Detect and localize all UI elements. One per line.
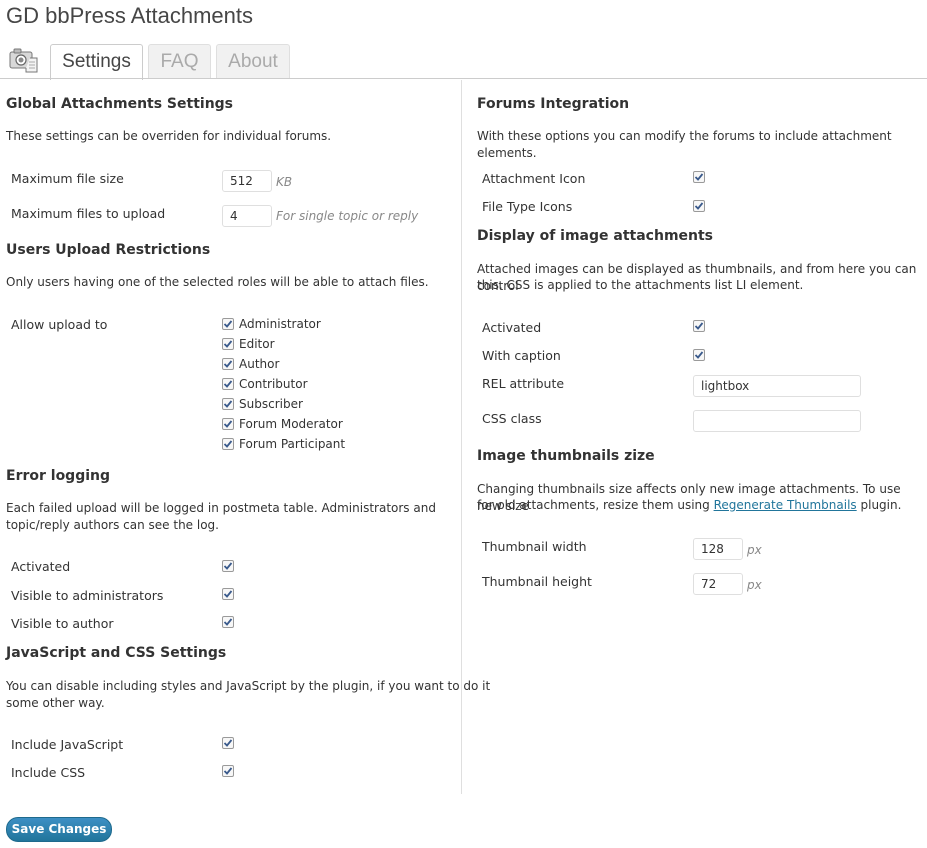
thumb-height-label: Thumbnail height: [482, 574, 592, 589]
thumbs-desc-pre: for old attachments, resize them using: [477, 498, 714, 512]
thumb-width-input[interactable]: [693, 538, 743, 560]
role-label: Subscriber: [239, 397, 303, 411]
camera-attachment-icon: [8, 44, 40, 76]
checkmark-icon: [223, 590, 233, 598]
section-heading-thumbs: Image thumbnails zize: [477, 448, 655, 464]
include-js-label: Include JavaScript: [11, 737, 124, 752]
attachment-icon-label: Attachment Icon: [482, 171, 586, 186]
css-class-label: CSS class: [482, 411, 542, 426]
checkmark-icon: [694, 322, 704, 330]
role-label: Forum Participant: [239, 437, 346, 451]
section-heading-display: Display of image attachments: [477, 228, 714, 244]
checkmark-icon: [223, 320, 233, 328]
error-activated-checkbox[interactable]: [222, 560, 234, 572]
role-label: Contributor: [239, 377, 308, 391]
tab-bar-line: [0, 78, 927, 79]
include-css-label: Include CSS: [11, 765, 86, 780]
tab-about[interactable]: About: [216, 44, 290, 78]
section-heading-global: Global Attachments Settings: [6, 96, 234, 112]
checkmark-icon: [223, 340, 233, 348]
section-heading-users: Users Upload Restrictions: [6, 242, 211, 258]
checkmark-icon: [223, 380, 233, 388]
visible-author-checkbox[interactable]: [222, 616, 234, 628]
regenerate-thumbnails-link[interactable]: Regenerate Thumbnails: [714, 498, 857, 512]
thumb-width-label: Thumbnail width: [482, 539, 587, 554]
checkmark-icon: [223, 562, 233, 570]
attachment-icon-checkbox[interactable]: [693, 171, 705, 183]
rel-attribute-input[interactable]: [693, 375, 861, 397]
visible-author-label: Visible to author: [11, 616, 114, 631]
role-label: Forum Moderator: [239, 417, 343, 431]
save-changes-button[interactable]: Save Changes: [6, 817, 112, 842]
max-files-hint: For single topic or reply: [276, 209, 419, 223]
checkmark-icon: [223, 440, 233, 448]
checkmark-icon: [694, 173, 704, 181]
checkmark-icon: [223, 618, 233, 626]
section-desc-display-2: this. CSS is applied to the attachments …: [477, 278, 804, 292]
checkmark-icon: [694, 202, 704, 210]
max-file-size-input[interactable]: [222, 170, 272, 192]
section-heading-jscss: JavaScript and CSS Settings: [6, 645, 227, 661]
page-title: GD bbPress Attachments: [6, 3, 253, 28]
with-caption-label: With caption: [482, 348, 561, 363]
max-files-input[interactable]: [222, 205, 272, 227]
section-desc-jscss-1: You can disable including styles and Jav…: [6, 679, 491, 693]
role-checkbox[interactable]: [222, 438, 234, 450]
file-type-icons-label: File Type Icons: [482, 199, 573, 214]
thumb-height-unit: px: [747, 578, 762, 592]
thumb-height-input[interactable]: [693, 573, 743, 595]
section-desc-thumbs-2: for old attachments, resize them using R…: [477, 497, 901, 514]
include-css-checkbox[interactable]: [222, 765, 234, 777]
checkmark-icon: [694, 351, 704, 359]
section-heading-error: Error logging: [6, 468, 111, 484]
allow-upload-label: Allow upload to: [11, 317, 108, 332]
thumbs-desc-post: plugin.: [856, 498, 902, 512]
section-heading-forums: Forums Integration: [477, 96, 630, 112]
checkmark-icon: [223, 360, 233, 368]
section-desc-global: These settings can be overriden for indi…: [6, 129, 332, 143]
section-desc-users: Only users having one of the selected ro…: [6, 275, 429, 289]
visible-admins-checkbox[interactable]: [222, 588, 234, 600]
rel-attribute-label: REL attribute: [482, 376, 565, 391]
file-type-icons-checkbox[interactable]: [693, 200, 705, 212]
section-desc-jscss-2: some other way.: [6, 696, 105, 710]
section-desc-error-1: Each failed upload will be logged in pos…: [6, 501, 436, 515]
role-checkbox[interactable]: [222, 398, 234, 410]
role-checkbox[interactable]: [222, 338, 234, 350]
max-file-size-label: Maximum file size: [11, 171, 124, 186]
section-desc-forums: With these options you can modify the fo…: [477, 129, 892, 160]
checkmark-icon: [223, 420, 233, 428]
checkmark-icon: [223, 739, 233, 747]
display-activated-checkbox[interactable]: [693, 320, 705, 332]
with-caption-checkbox[interactable]: [693, 349, 705, 361]
role-label: Author: [239, 357, 280, 371]
css-class-input[interactable]: [693, 410, 861, 432]
tab-settings[interactable]: Settings: [50, 44, 143, 80]
error-activated-label: Activated: [11, 559, 71, 574]
max-files-label: Maximum files to upload: [11, 206, 166, 221]
role-checkbox[interactable]: [222, 378, 234, 390]
checkmark-icon: [223, 400, 233, 408]
thumb-width-unit: px: [747, 543, 762, 557]
checkmark-icon: [223, 767, 233, 775]
tab-faq[interactable]: FAQ: [148, 44, 211, 78]
max-file-size-unit: KB: [276, 175, 293, 189]
role-label: Editor: [239, 337, 275, 351]
role-label: Administrator: [239, 317, 321, 331]
role-checkbox[interactable]: [222, 418, 234, 430]
role-checkbox[interactable]: [222, 318, 234, 330]
display-activated-label: Activated: [482, 320, 542, 335]
visible-admins-label: Visible to administrators: [11, 588, 164, 603]
section-desc-error-2: topic/reply authors can see the log.: [6, 518, 219, 532]
include-js-checkbox[interactable]: [222, 737, 234, 749]
role-checkbox[interactable]: [222, 358, 234, 370]
